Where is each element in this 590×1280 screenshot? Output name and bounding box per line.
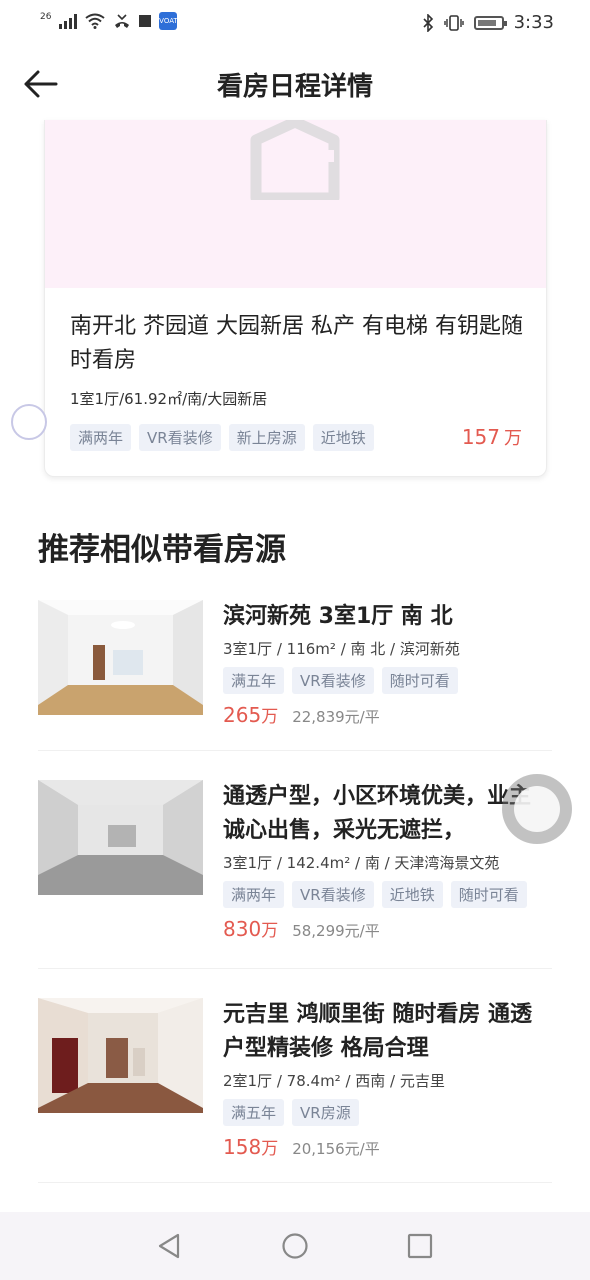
listing-meta: 2室1厅 / 78.4m² / 西南 / 元吉里	[223, 1072, 445, 1090]
listing-title: 通透户型，小区环境优美，业主诚心出售，采光无遮拦，	[223, 784, 532, 843]
tag: VR看装修	[292, 881, 374, 908]
divider	[38, 1182, 552, 1183]
listing-meta: 3室1厅 / 142.4m² / 南 / 天津湾海景文苑	[223, 854, 500, 872]
list-item[interactable]: 滨河新苑 3室1厅 南 北 3室1厅 / 116m² / 南 北 / 滨河新苑 …	[38, 600, 553, 727]
unit-price: 20,156元/平	[292, 1140, 380, 1158]
signal-icon	[59, 13, 78, 29]
status-bar: 26 VOAT 3:33	[0, 0, 590, 48]
listing-thumbnail	[38, 780, 203, 895]
tag: 满五年	[223, 1099, 285, 1126]
listing-tags: 满两年 VR看装修 新上房源 近地铁	[70, 424, 374, 451]
list-item[interactable]: 通透户型，小区环境优美，业主诚心出售，采光无遮拦， 3室1厅 / 142.4m²…	[38, 780, 553, 941]
notification-square-icon	[139, 15, 152, 27]
vibrate-icon	[443, 14, 464, 31]
tag: 随时可看	[450, 881, 527, 908]
battery-icon	[473, 15, 507, 30]
listing-price: 265万	[223, 702, 278, 727]
tag: 随时可看	[381, 667, 458, 694]
listing-price: 157 万	[462, 424, 522, 450]
divider	[38, 968, 552, 969]
listing-thumbnail	[38, 600, 203, 715]
listing-tags: 满五年 VR看装修 随时可看	[223, 667, 553, 694]
system-navigation-bar	[0, 1212, 590, 1280]
listing-title: 南开北 芥园道 大园新居 私产 有电梯 有钥匙随时看房	[70, 314, 523, 373]
list-item[interactable]: 元吉里 鸿顺里街 随时看房 通透户型精装修 格局合理 2室1厅 / 78.4m²…	[38, 998, 553, 1159]
missed-call-icon	[115, 14, 130, 28]
app-header: 看房日程详情	[0, 48, 590, 120]
listing-tags: 满两年 VR看装修 近地铁 随时可看	[223, 881, 553, 908]
tag: 近地铁	[381, 881, 443, 908]
floating-assistive-button[interactable]	[502, 774, 572, 844]
nav-recents-icon[interactable]	[407, 1232, 433, 1260]
tag: 满两年	[70, 424, 132, 451]
tag: VR房源	[292, 1099, 359, 1126]
listing-meta: 1室1厅/61.92㎡/南/大园新居	[70, 390, 268, 408]
section-title: 推荐相似带看房源	[38, 532, 286, 568]
tag: 新上房源	[228, 424, 305, 451]
price-value: 157	[461, 425, 500, 449]
listing-cover-placeholder	[45, 120, 546, 288]
listing-tags: 满五年 VR房源	[223, 1099, 553, 1126]
scheduled-listing-card[interactable]: 南开北 芥园道 大园新居 私产 有电梯 有钥匙随时看房 1室1厅/61.92㎡/…	[44, 120, 547, 477]
price-unit: 万	[261, 707, 279, 727]
app-notification-icon: VOAT	[159, 12, 178, 30]
price-value: 158	[223, 1135, 262, 1159]
price-unit: 万	[261, 1139, 279, 1159]
clock: 3:33	[513, 12, 554, 33]
tag: 满两年	[223, 881, 285, 908]
price-value: 830	[223, 917, 262, 941]
app-icon-label: VOAT	[159, 17, 178, 25]
tag: 近地铁	[312, 424, 374, 451]
bluetooth-icon	[423, 13, 433, 32]
unit-price: 22,839元/平	[292, 708, 380, 726]
tag: VR看装修	[139, 424, 221, 451]
price-unit: 万	[504, 428, 522, 449]
listing-meta: 3室1厅 / 116m² / 南 北 / 滨河新苑	[223, 640, 460, 658]
listing-title: 滨河新苑 3室1厅 南 北	[223, 604, 453, 629]
wifi-icon	[85, 13, 106, 29]
price-value: 265	[223, 703, 262, 727]
price-unit: 万	[261, 921, 279, 941]
tag: 满五年	[223, 667, 285, 694]
tag: VR看装修	[292, 667, 374, 694]
nav-back-icon[interactable]	[156, 1232, 182, 1260]
listing-thumbnail	[38, 998, 203, 1113]
unit-price: 58,299元/平	[292, 922, 380, 940]
listing-price: 158万	[223, 1134, 278, 1159]
listing-title: 元吉里 鸿顺里街 随时看房 通透户型精装修 格局合理	[223, 1002, 532, 1061]
house-placeholder-icon	[250, 120, 340, 200]
listing-price: 830万	[223, 916, 278, 941]
select-radio[interactable]	[11, 404, 47, 440]
nav-home-icon[interactable]	[281, 1232, 309, 1260]
divider	[38, 750, 552, 751]
network-type: 26	[40, 12, 52, 22]
page-title: 看房日程详情	[216, 72, 373, 102]
